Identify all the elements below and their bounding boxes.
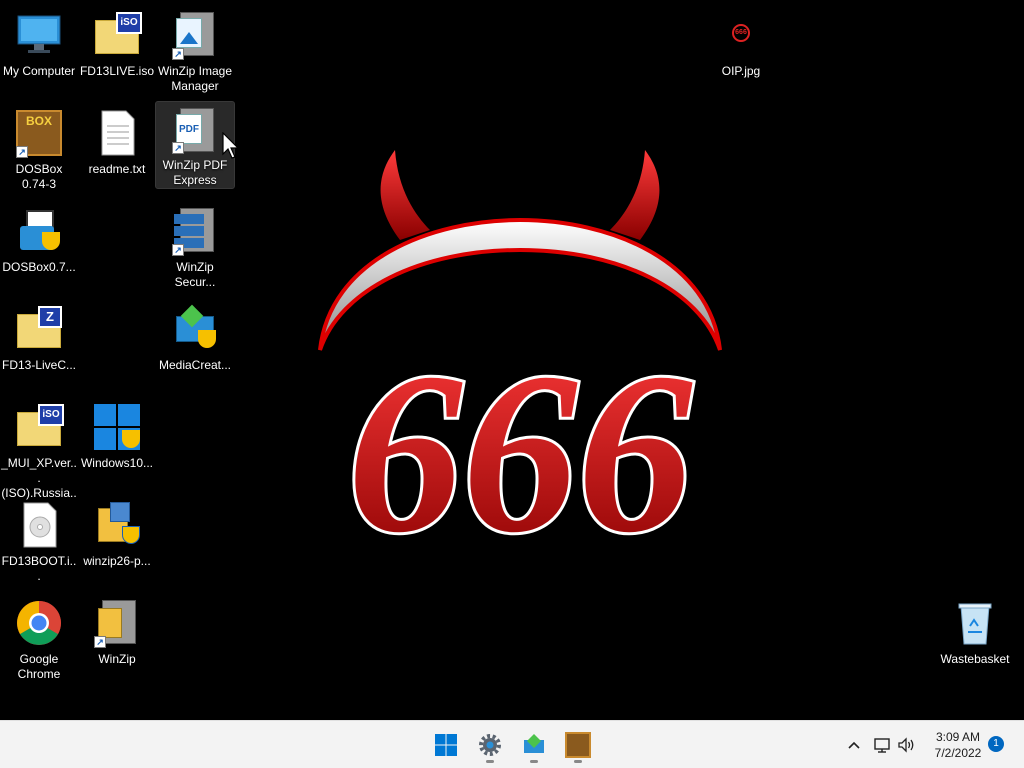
running-indicator: [530, 760, 538, 763]
iso-folder-icon: iSO: [14, 402, 64, 452]
icon-label: WinZip Secur...: [174, 260, 216, 289]
clock-date: 7/2/2022: [934, 746, 982, 760]
settings-taskbar-button[interactable]: [472, 727, 508, 763]
windows-logo-icon: [92, 402, 142, 452]
pdf-badge: PDF: [176, 114, 202, 144]
shortcut-arrow-icon: ↗: [16, 146, 28, 158]
icon-label: Google Chrome: [17, 652, 61, 681]
shortcut-arrow-icon: ↗: [172, 48, 184, 60]
clock-time: 3:09 AM: [935, 730, 981, 744]
dosbox-icon: [565, 732, 591, 758]
shortcut-arrow-icon: ↗: [172, 142, 184, 154]
wastebasket-icon[interactable]: Wastebasket: [936, 594, 1014, 667]
winzip-installer-icon: [92, 500, 142, 550]
installer-shield-icon: [14, 206, 64, 256]
start-button[interactable]: [428, 727, 464, 763]
icon-label: DOSBox0.7...: [2, 260, 76, 274]
windows10-installer-icon[interactable]: Windows10...: [78, 398, 156, 471]
dosbox-badge: BOX: [25, 114, 52, 128]
winzip-secure-icon[interactable]: ↗ WinZip Secur...: [156, 202, 234, 290]
wallpaper-666-text: 666: [348, 325, 693, 560]
icon-label: DOSBox 0.74-3: [15, 162, 63, 191]
taskbar-clock[interactable]: 3:09 AM 7/2/2022: [922, 729, 994, 761]
winzip-vise-icon: ↗: [92, 598, 142, 648]
running-indicator: [574, 760, 582, 763]
winzip-image-icon: ↗: [170, 10, 220, 60]
icon-label: readme.txt: [88, 162, 146, 176]
icon-label: FD13LIVE.iso: [79, 64, 155, 78]
media-creation-taskbar-button[interactable]: [516, 727, 552, 763]
windows-start-icon: [435, 734, 457, 756]
mediacreat-icon[interactable]: MediaCreat...: [156, 300, 234, 373]
image-thumbnail-icon: 666: [716, 10, 766, 60]
winzip-secure-server-icon: ↗: [170, 206, 220, 256]
oip-jpg-icon[interactable]: 666 OIP.jpg: [702, 6, 780, 79]
winzip-image-manager-icon[interactable]: ↗ WinZip Image Manager: [156, 6, 234, 94]
icon-label: MediaCreat...: [158, 358, 232, 372]
icon-label: My Computer: [2, 64, 76, 78]
monitor-icon: [17, 15, 61, 53]
chrome-logo-icon: [17, 601, 61, 645]
gear-icon: [479, 734, 501, 756]
icon-label: FD13-LiveC...: [1, 358, 77, 372]
icon-label: WinZip Image Manager: [157, 64, 233, 93]
google-chrome-icon[interactable]: Google Chrome: [0, 594, 78, 682]
recycle-bin-icon: [958, 603, 992, 645]
wallpaper-666-devil-art: 666: [318, 150, 722, 560]
dosbox-taskbar-button[interactable]: [560, 727, 596, 763]
readme-txt-icon[interactable]: readme.txt: [78, 104, 156, 177]
dosbox-icon: BOX ↗: [14, 108, 64, 158]
winzip26-installer-icon[interactable]: winzip26-p...: [78, 496, 156, 569]
mouse-cursor-icon: [222, 132, 240, 159]
volume-icon[interactable]: [896, 735, 916, 755]
iso-folder-icon: iSO: [92, 10, 142, 60]
icon-label: FD13BOOT.i...: [1, 554, 77, 583]
winzip-icon[interactable]: ↗ WinZip: [78, 594, 156, 667]
notification-badge[interactable]: 1: [988, 736, 1004, 752]
chevron-up-icon[interactable]: [844, 735, 864, 755]
media-creation-tool-icon: [170, 304, 220, 354]
icon-label: WinZip PDF Express: [162, 158, 228, 187]
icon-label: OIP.jpg: [721, 64, 761, 78]
shortcut-arrow-icon: ↗: [172, 244, 184, 256]
icon-label: winzip26-p...: [83, 554, 151, 568]
disc-image-file-icon: [23, 502, 57, 548]
z-badge: Z: [38, 306, 62, 328]
media-creation-tool-icon: [524, 734, 544, 753]
dosbox-074-3-icon[interactable]: BOX ↗ DOSBox 0.74-3: [0, 104, 78, 192]
dosbox07-installer-icon[interactable]: DOSBox0.7...: [0, 202, 78, 275]
icon-label: Wastebasket: [940, 652, 1010, 666]
text-file-icon: [101, 110, 135, 156]
fd13boot-img-icon[interactable]: FD13BOOT.i...: [0, 496, 78, 584]
shortcut-arrow-icon: ↗: [94, 636, 106, 648]
zip-folder-icon: Z: [14, 304, 64, 354]
iso-badge: iSO: [116, 12, 142, 34]
fd13-livec-icon[interactable]: Z FD13-LiveC...: [0, 300, 78, 373]
network-icon[interactable]: [872, 735, 892, 755]
icon-label: Windows10...: [80, 456, 154, 470]
icon-label: WinZip: [98, 652, 136, 666]
taskbar: 3:09 AM 7/2/2022: [0, 720, 1024, 768]
iso-badge: iSO: [38, 404, 64, 426]
my-computer-icon[interactable]: My Computer: [0, 6, 78, 79]
running-indicator: [486, 760, 494, 763]
winzip-pdf-icon: PDF ↗: [170, 106, 220, 154]
fd13live-iso-icon[interactable]: iSO FD13LIVE.iso: [78, 6, 156, 79]
desktop[interactable]: 666 My Computer iSO FD13LIVE.iso ↗ WinZi…: [0, 0, 1024, 720]
